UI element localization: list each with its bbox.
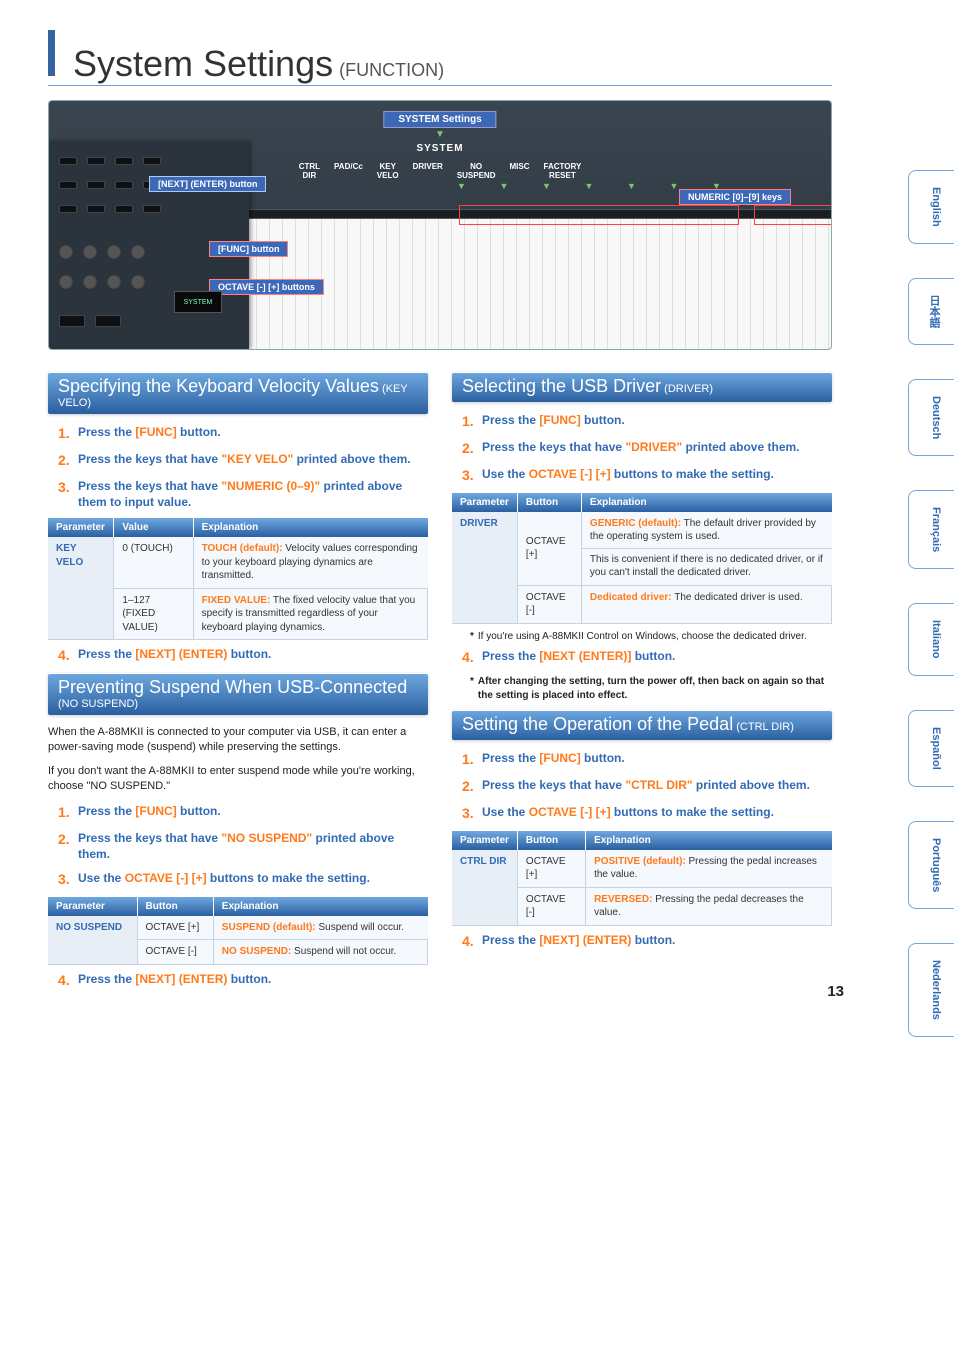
red-highlight-system <box>459 205 739 225</box>
step-2: 2 Press the keys that have "DRIVER" prin… <box>462 439 832 458</box>
lang-tab-francais[interactable]: Français <box>908 490 954 569</box>
step-3: 3 Use the OCTAVE [-] [+] buttons to make… <box>462 466 832 485</box>
body-text: When the A-88MKII is connected to your c… <box>48 725 428 756</box>
lang-tab-italiano[interactable]: Italiano <box>908 603 954 676</box>
step-2: 2 Press the keys that have "CTRL DIR" pr… <box>462 777 832 796</box>
step-1: 1 Press the [FUNC] button. <box>58 803 428 822</box>
callout-octave: OCTAVE [-] [+] buttons <box>209 279 324 295</box>
section-ctrl-dir: Setting the Operation of the Pedal (CTRL… <box>452 710 832 740</box>
table-ctrl-dir: ParameterButtonExplanation CTRL DIR OCTA… <box>452 831 832 926</box>
lang-tab-portugues[interactable]: Português <box>908 821 954 909</box>
section-no-suspend: Preventing Suspend When USB-Connected (N… <box>48 673 428 715</box>
keyboard-diagram: SYSTEM Settings ▼ SYSTEM CTRLDIR PAD/Cc … <box>48 100 832 350</box>
body-text: If you don't want the A-88MKII to enter … <box>48 764 428 795</box>
red-highlight-numeric <box>754 205 832 225</box>
section-driver: Selecting the USB Driver (DRIVER) <box>452 372 832 402</box>
control-panel: [NEXT] (ENTER) button [FUNC] button OCTA… <box>49 141 249 349</box>
step-1: 1 Press the [FUNC] button. <box>462 412 832 431</box>
lang-tab-espanol[interactable]: Español <box>908 710 954 787</box>
lang-tab-deutsch[interactable]: Deutsch <box>908 379 954 456</box>
title-sub: (FUNCTION) <box>339 60 444 81</box>
step-3: 3 Use the OCTAVE [-] [+] buttons to make… <box>462 804 832 823</box>
title-accent <box>48 30 55 76</box>
step-4: 4 Press the [NEXT] (ENTER) button. <box>58 646 428 665</box>
page-number: 13 <box>827 983 844 1000</box>
system-settings-label: SYSTEM Settings <box>383 111 496 128</box>
lang-tab-nederlands[interactable]: Nederlands <box>908 943 954 1037</box>
lang-tab-japanese[interactable]: 日本語 <box>908 278 954 345</box>
step-1: 1 Press the [FUNC] button. <box>58 424 428 443</box>
table-driver: ParameterButtonExplanation DRIVER OCTAVE… <box>452 493 832 624</box>
note-text: *After changing the setting, turn the po… <box>470 675 832 702</box>
step-2: 2 Press the keys that have "NO SUSPEND" … <box>58 830 428 862</box>
callout-func: [FUNC] button <box>209 241 288 257</box>
step-3: 3 Use the OCTAVE [-] [+] buttons to make… <box>58 870 428 889</box>
right-column: Selecting the USB Driver (DRIVER) 1 Pres… <box>452 364 832 998</box>
left-column: Specifying the Keyboard Velocity Values … <box>48 364 428 998</box>
callout-next: [NEXT] (ENTER) button <box>149 176 266 192</box>
step-3: 3 Press the keys that have "NUMERIC (0–9… <box>58 478 428 510</box>
step-4: 4 Press the [NEXT] (ENTER) button. <box>462 932 832 951</box>
note-text: *If you're using A-88MKII Control on Win… <box>470 630 832 644</box>
numeric-keys-label: NUMERIC [0]–[9] keys <box>679 189 791 205</box>
lang-tab-english[interactable]: English <box>908 170 954 244</box>
lcd-screen: SYSTEM <box>174 291 222 313</box>
table-no-suspend: ParameterButtonExplanation NO SUSPEND OC… <box>48 897 428 965</box>
page-title: System Settings (FUNCTION) <box>48 30 832 86</box>
system-menu-row: CTRLDIR PAD/Cc KEYVELO DRIVER NOSUSPEND … <box>299 163 582 181</box>
language-tabs: English 日本語 Deutsch Français Italiano Es… <box>908 170 954 1037</box>
table-key-velo: ParameterValueExplanation KEY VELO 0 (TO… <box>48 518 428 640</box>
system-text: SYSTEM <box>416 143 463 154</box>
arrow-down-icon: ▼ <box>435 129 445 140</box>
step-2: 2 Press the keys that have "KEY VELO" pr… <box>58 451 428 470</box>
step-4: 4 Press the [NEXT (ENTER)] button. <box>462 648 832 667</box>
step-1: 1 Press the [FUNC] button. <box>462 750 832 769</box>
step-4: 4 Press the [NEXT] (ENTER) button. <box>58 971 428 990</box>
section-key-velo: Specifying the Keyboard Velocity Values … <box>48 372 428 414</box>
title-main: System Settings <box>73 43 333 85</box>
